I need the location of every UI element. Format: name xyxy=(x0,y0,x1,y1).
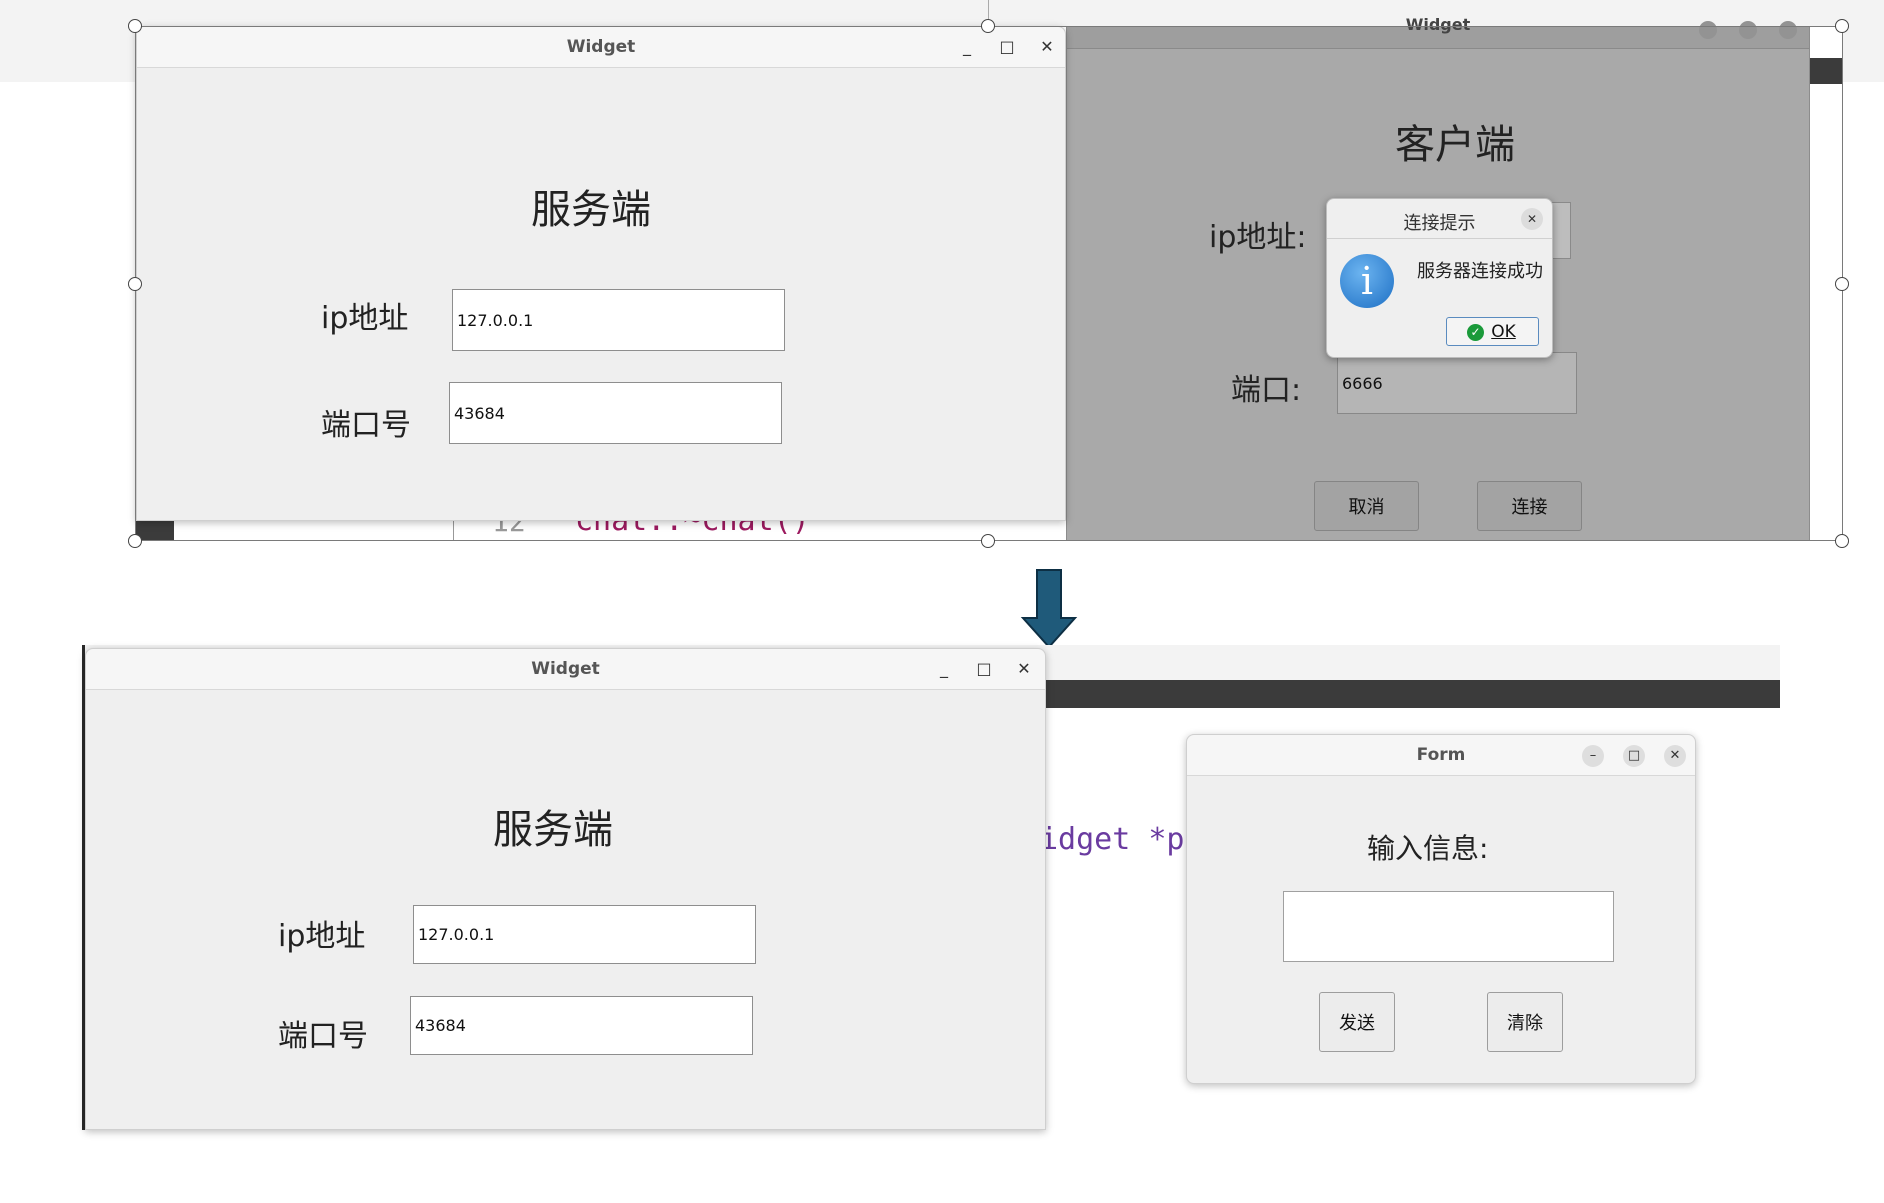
server-ip-input-bottom[interactable]: 127.0.0.1 xyxy=(413,905,756,964)
close-icon[interactable]: ✕ xyxy=(1009,649,1039,689)
minimize-icon[interactable]: – xyxy=(1582,745,1604,767)
editor-toolbar-bottom xyxy=(1040,680,1780,708)
form-window-title: Form xyxy=(1416,745,1466,765)
server-window-bottom: Widget _ □ ✕ 服务端 ip地址 127.0.0.1 端口号 4368… xyxy=(85,648,1046,1130)
server-heading-bottom: 服务端 xyxy=(493,807,613,853)
form-message-input[interactable] xyxy=(1283,891,1614,962)
form-clear-button[interactable]: 清除 xyxy=(1487,992,1563,1052)
maximize-icon[interactable]: □ xyxy=(969,649,999,689)
code-fragment-bottom: idget *p xyxy=(1040,822,1185,857)
form-titlebar: Form – □ ✕ xyxy=(1187,735,1695,776)
server-port-input-bottom[interactable]: 43684 xyxy=(410,996,753,1055)
server-ip-label-bottom: ip地址 xyxy=(278,919,366,954)
resize-handle-w[interactable] xyxy=(128,277,142,291)
close-icon[interactable]: ✕ xyxy=(1664,745,1686,767)
resize-handle-se[interactable] xyxy=(1835,534,1849,548)
form-prompt: 输入信息: xyxy=(1367,832,1489,865)
resize-handle-e[interactable] xyxy=(1835,277,1849,291)
resize-handle-nw[interactable] xyxy=(128,19,142,33)
server-window-title-bottom: Widget xyxy=(531,659,600,679)
resize-handle-ne[interactable] xyxy=(1835,19,1849,33)
server-titlebar-bottom: Widget _ □ ✕ xyxy=(86,649,1045,690)
resize-handle-sw[interactable] xyxy=(128,534,142,548)
resize-handle-n[interactable] xyxy=(981,19,995,33)
down-arrow-icon xyxy=(1020,569,1078,649)
maximize-icon[interactable]: □ xyxy=(1623,745,1645,767)
minimize-icon[interactable]: _ xyxy=(929,649,959,689)
server-port-label-bottom: 端口号 xyxy=(278,1019,368,1054)
form-window: Form – □ ✕ 输入信息: 发送 清除 xyxy=(1186,734,1696,1084)
form-send-button[interactable]: 发送 xyxy=(1319,992,1395,1052)
resize-handle-s[interactable] xyxy=(981,534,995,548)
selection-frame xyxy=(135,26,1843,541)
